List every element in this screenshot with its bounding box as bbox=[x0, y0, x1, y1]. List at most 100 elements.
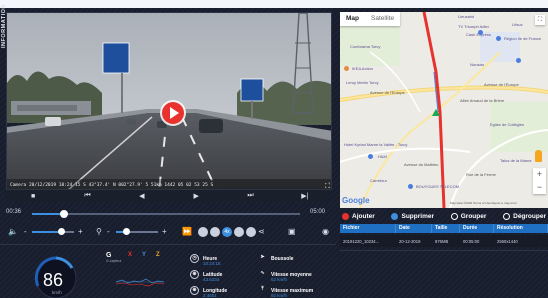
video-player[interactable]: Camera 20/12/2019 10:24 15 S 43°37.4' N … bbox=[6, 12, 332, 190]
road-mathieu: Avenue du Mathieu bbox=[404, 162, 439, 167]
group-button[interactable]: Grouper bbox=[450, 212, 486, 220]
fullscreen-icon[interactable]: ⛶ bbox=[325, 183, 330, 189]
header-strip bbox=[0, 0, 548, 8]
speed-option[interactable]: 4x bbox=[222, 227, 232, 237]
vitesse-maximum-field: ⤒ Vitesse maximum 92 km/h bbox=[258, 286, 313, 298]
volume-slider[interactable] bbox=[32, 228, 74, 235]
place-carrefour: Carrefour bbox=[370, 178, 387, 183]
speed-value: 86 bbox=[43, 270, 64, 290]
average-speed-icon: ∿ bbox=[260, 270, 265, 276]
add-button[interactable]: Ajouter bbox=[342, 212, 375, 220]
camera-icon[interactable]: ◉ bbox=[322, 224, 329, 240]
place-ikea: IKEA Action bbox=[352, 66, 373, 71]
transport-bar: ■ ⏮ ◀ ▶ ⏭ ▶| bbox=[6, 190, 332, 202]
column-header[interactable]: Résolution bbox=[494, 224, 548, 233]
map-fullscreen-icon[interactable]: ⛶ bbox=[535, 15, 545, 25]
volume-minus-icon[interactable]: - bbox=[24, 224, 27, 240]
speed-selector[interactable]: 4x bbox=[198, 227, 256, 237]
zoom-slider[interactable] bbox=[116, 228, 158, 235]
next-file-icon[interactable]: ⏭ bbox=[240, 192, 260, 200]
screenshot-frame-icon[interactable]: ▣ bbox=[288, 224, 296, 240]
zoom-minus-icon[interactable]: - bbox=[107, 224, 110, 240]
speed-option[interactable] bbox=[210, 227, 220, 237]
clock-icon: ◷ bbox=[190, 254, 199, 263]
latitude-icon: ⊕ bbox=[190, 270, 199, 279]
timeline[interactable]: 00:36 05:00 bbox=[6, 207, 332, 219]
place-leroy: Leroy Merlin Torcy bbox=[346, 80, 379, 85]
speed-option[interactable] bbox=[198, 227, 208, 237]
map-view[interactable]: Map Satellite ⛶ Lieusaint TV Triumph Adl… bbox=[340, 12, 548, 208]
compass-icon: ➤ bbox=[260, 254, 265, 260]
file-table: Fichier Date Taille Durée Résolution 201… bbox=[340, 224, 548, 247]
volume-icon[interactable]: 🔈 bbox=[8, 224, 18, 240]
column-header[interactable]: Fichier bbox=[340, 224, 396, 233]
map-zoom-in-button[interactable]: + bbox=[533, 168, 546, 181]
gforce-panel: G G-capteur X Y Z bbox=[104, 250, 168, 298]
column-header[interactable]: Durée bbox=[460, 224, 494, 233]
table-cell: 876MB bbox=[435, 238, 449, 244]
place-lieusaint: Lieusaint bbox=[458, 14, 475, 19]
speed-option[interactable] bbox=[246, 227, 256, 237]
ungroup-label: Dégrouper bbox=[513, 212, 546, 220]
zoom-search-icon[interactable]: ⚲ bbox=[96, 224, 102, 240]
last-frame-icon[interactable]: ▶| bbox=[295, 192, 315, 200]
volume-plus-icon[interactable]: + bbox=[78, 224, 83, 240]
zoom-knob[interactable] bbox=[122, 228, 130, 235]
step-forward-icon[interactable]: ▶ bbox=[186, 192, 206, 200]
map-type-tabs: Map Satellite bbox=[340, 12, 401, 26]
fast-forward-icon[interactable]: ⏩ bbox=[182, 224, 192, 240]
info-section-label: INFORMATION bbox=[1, 4, 7, 48]
map-zoom-out-button[interactable]: − bbox=[533, 181, 546, 194]
map-pin-icon[interactable] bbox=[344, 66, 349, 71]
map-pin-icon[interactable] bbox=[368, 154, 373, 159]
place-hm: H&M bbox=[378, 154, 387, 159]
video-osd-text: Camera 20/12/2019 10:24 15 S 43°37.4' N … bbox=[10, 183, 214, 188]
place-eglise-collegien: Eglise de Collégien bbox=[490, 122, 525, 127]
table-row[interactable]: 20191220_10234... 20-12-2019 876MB 00:05… bbox=[340, 235, 548, 247]
table-empty-area bbox=[340, 250, 548, 298]
stop-icon[interactable]: ■ bbox=[23, 193, 43, 200]
map-zoom-control: + − bbox=[533, 168, 546, 194]
latitude-field: ⊕ Latitude 43.6234 bbox=[190, 270, 222, 282]
speed-unit: km/h bbox=[52, 290, 62, 295]
place-talus: Talus de la Marne bbox=[500, 158, 532, 163]
gforce-graph bbox=[116, 278, 164, 287]
vitesse-moyenne-field: ∿ Vitesse moyenne 62 km/h bbox=[258, 270, 311, 282]
table-header: Fichier Date Taille Durée Résolution bbox=[340, 224, 548, 233]
tab-satellite[interactable]: Satellite bbox=[365, 12, 400, 26]
step-back-icon[interactable]: ◀ bbox=[132, 192, 152, 200]
previous-file-icon[interactable]: ⏮ bbox=[77, 192, 97, 200]
table-cell: 20191220_10234... bbox=[343, 238, 380, 244]
table-cell: 2560x1440 bbox=[497, 238, 518, 244]
play-button[interactable] bbox=[162, 102, 184, 124]
progress-knob[interactable] bbox=[60, 210, 69, 218]
gforce-axis-y: Y bbox=[142, 252, 147, 258]
map-pin-icon[interactable] bbox=[408, 184, 413, 189]
column-header[interactable]: Taille bbox=[432, 224, 460, 233]
map-pin-icon[interactable] bbox=[516, 58, 521, 63]
tab-map[interactable]: Map bbox=[340, 12, 365, 26]
place-conforama: Conforama Torcy bbox=[350, 44, 381, 49]
column-header[interactable]: Date bbox=[396, 224, 432, 233]
place-tv-triumph: TV Triumph Adler bbox=[458, 24, 489, 29]
progress-track[interactable] bbox=[32, 210, 300, 218]
street-view-pegman-icon[interactable] bbox=[535, 150, 542, 162]
ungroup-button[interactable]: Dégrouper bbox=[503, 212, 546, 220]
heure-field: ◷ Heure 10:24:15 bbox=[190, 254, 221, 266]
map-pin-icon[interactable] bbox=[496, 36, 501, 41]
volume-knob[interactable] bbox=[58, 228, 66, 235]
zoom-plus-icon[interactable]: + bbox=[162, 224, 167, 240]
heure-value: 10:24:15 bbox=[203, 261, 221, 266]
table-cell: 00:05:00 bbox=[463, 238, 480, 244]
longitude-value: 2.4651 bbox=[203, 293, 217, 298]
map-pin-icon[interactable] bbox=[478, 30, 483, 35]
delete-button[interactable]: Supprimer bbox=[391, 212, 434, 220]
place-lifsus: Lifsus bbox=[512, 22, 523, 27]
map-copyright[interactable]: Map data ©2020 Terms of Use Report a map… bbox=[450, 201, 517, 205]
place-hotel-kyriad: Hotel Kyriad Marne la Vallée - Torcy bbox=[344, 142, 408, 147]
speed-option[interactable] bbox=[234, 227, 244, 237]
boussole-label: Boussole bbox=[271, 255, 294, 262]
road-brossolette: Allée Arnaud de la Brière bbox=[460, 98, 505, 103]
share-icon[interactable]: ⋖ bbox=[258, 224, 265, 240]
add-icon bbox=[342, 212, 349, 220]
